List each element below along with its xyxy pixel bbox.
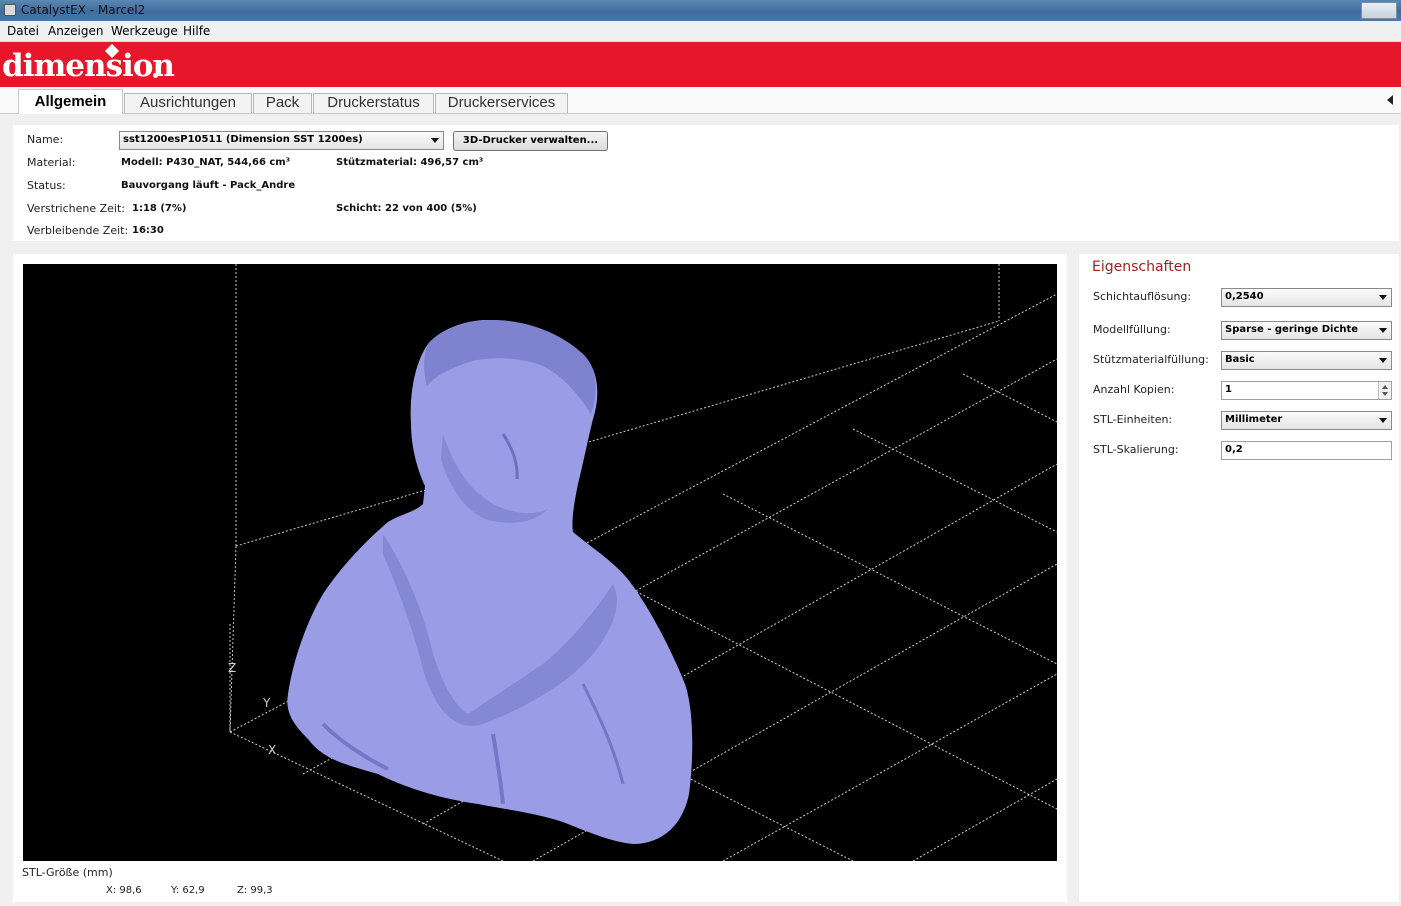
menu-werkzeuge[interactable]: Werkzeuge <box>111 24 178 38</box>
remaining-time-value: 16:30 <box>132 225 164 236</box>
layer-resolution-label: Schichtauflösung: <box>1093 290 1192 303</box>
layer-progress-value: Schicht: 22 von 400 (5%) <box>336 203 477 214</box>
copies-label: Anzahl Kopien: <box>1093 383 1175 396</box>
chevron-down-icon <box>1379 418 1387 423</box>
chevron-down-icon <box>431 138 439 143</box>
stl-size-z: Z: 99,3 <box>237 885 273 896</box>
tab-bar: Allgemein Ausrichtungen Pack Druckerstat… <box>0 87 1401 114</box>
chevron-down-icon <box>1379 358 1387 363</box>
tab-druckerstatus[interactable]: Druckerstatus <box>313 93 434 113</box>
model-fill-select[interactable]: Sparse - geringe Dichte <box>1221 321 1392 340</box>
stl-scale-value: 0,2 <box>1225 444 1243 455</box>
3d-model-bust[interactable] <box>287 319 693 845</box>
model-fill-label: Modellfüllung: <box>1093 323 1171 336</box>
layer-resolution-value: 0,2540 <box>1225 291 1264 302</box>
copies-stepper[interactable]: 1 <box>1221 381 1392 400</box>
spin-down-icon[interactable] <box>1382 392 1388 396</box>
manage-printers-button[interactable]: 3D-Drucker verwalten... <box>453 131 608 151</box>
axis-x-label: X <box>268 743 276 757</box>
tab-druckerservices[interactable]: Druckerservices <box>435 93 568 113</box>
elapsed-time-label: Verstrichene Zeit: <box>27 202 125 215</box>
model-material-value: Modell: P430_NAT, 544,66 cm³ <box>121 157 291 168</box>
support-material-value: Stützmaterial: 496,57 cm³ <box>336 157 484 168</box>
tab-pack[interactable]: Pack <box>253 93 312 113</box>
tab-ausrichtungen[interactable]: Ausrichtungen <box>124 93 252 113</box>
stl-size-label: STL-Größe (mm) <box>22 866 113 879</box>
copies-value: 1 <box>1225 384 1232 395</box>
name-label: Name: <box>27 133 64 146</box>
layer-resolution-select[interactable]: 0,2540 <box>1221 288 1392 307</box>
model-fill-value: Sparse - geringe Dichte <box>1225 324 1359 335</box>
printer-select-value: sst1200esP10511 (Dimension SST 1200es) <box>123 134 363 145</box>
menu-bar: Datei Anzeigen Werkzeuge Hilfe <box>0 21 1401 42</box>
stl-size-x: X: 98,6 <box>106 885 142 896</box>
menu-datei[interactable]: Datei <box>7 24 39 38</box>
chevron-down-icon <box>1379 295 1387 300</box>
model-viewer-panel: Z Y X STL-Größe (mm) X: 98,6 Y: 62,9 Z: … <box>13 254 1067 902</box>
3d-viewport[interactable]: Z Y X <box>23 264 1057 861</box>
tab-allgemein[interactable]: Allgemein <box>18 89 123 114</box>
logo-dot-icon <box>153 73 158 78</box>
status-label: Status: <box>27 179 66 192</box>
title-bar: CatalystEX - Marcel2 <box>0 0 1401 21</box>
spin-up-icon[interactable] <box>1382 385 1388 389</box>
stl-size-y: Y: 62,9 <box>171 885 205 896</box>
stl-scale-label: STL-Skalierung: <box>1093 443 1179 456</box>
dimension-logo: dimension <box>2 48 175 84</box>
properties-panel: Eigenschaften Schichtauflösung: 0,2540 M… <box>1079 254 1399 902</box>
status-value: Bauvorgang läuft - Pack_Andre <box>121 180 296 191</box>
properties-title: Eigenschaften <box>1092 259 1192 275</box>
axis-y-label: Y <box>262 696 271 710</box>
remaining-time-label: Verbleibende Zeit: <box>27 224 129 237</box>
window-title: CatalystEX - Marcel2 <box>21 3 146 17</box>
brand-bar: dimension <box>0 42 1401 87</box>
chevron-down-icon <box>1379 328 1387 333</box>
collapse-panel-icon[interactable] <box>1387 95 1393 105</box>
build-platform-view: Z Y X <box>228 264 1057 861</box>
stl-units-select[interactable]: Millimeter <box>1221 411 1392 430</box>
stl-units-label: STL-Einheiten: <box>1093 413 1173 426</box>
general-info-panel: Name: sst1200esP10511 (Dimension SST 120… <box>13 125 1399 241</box>
app-icon <box>4 4 16 16</box>
support-fill-label: Stützmaterialfüllung: <box>1093 353 1209 366</box>
menu-anzeigen[interactable]: Anzeigen <box>48 24 103 38</box>
support-fill-value: Basic <box>1225 354 1255 365</box>
support-fill-select[interactable]: Basic <box>1221 351 1392 370</box>
stl-scale-input[interactable]: 0,2 <box>1221 441 1392 460</box>
material-label: Material: <box>27 156 76 169</box>
menu-hilfe[interactable]: Hilfe <box>183 24 210 38</box>
stl-units-value: Millimeter <box>1225 414 1283 425</box>
printer-select[interactable]: sst1200esP10511 (Dimension SST 1200es) <box>119 131 444 150</box>
copies-spinner[interactable] <box>1378 382 1391 399</box>
axis-z-label: Z <box>228 661 236 675</box>
elapsed-time-value: 1:18 (7%) <box>132 203 187 214</box>
window-close-button[interactable] <box>1361 2 1397 19</box>
